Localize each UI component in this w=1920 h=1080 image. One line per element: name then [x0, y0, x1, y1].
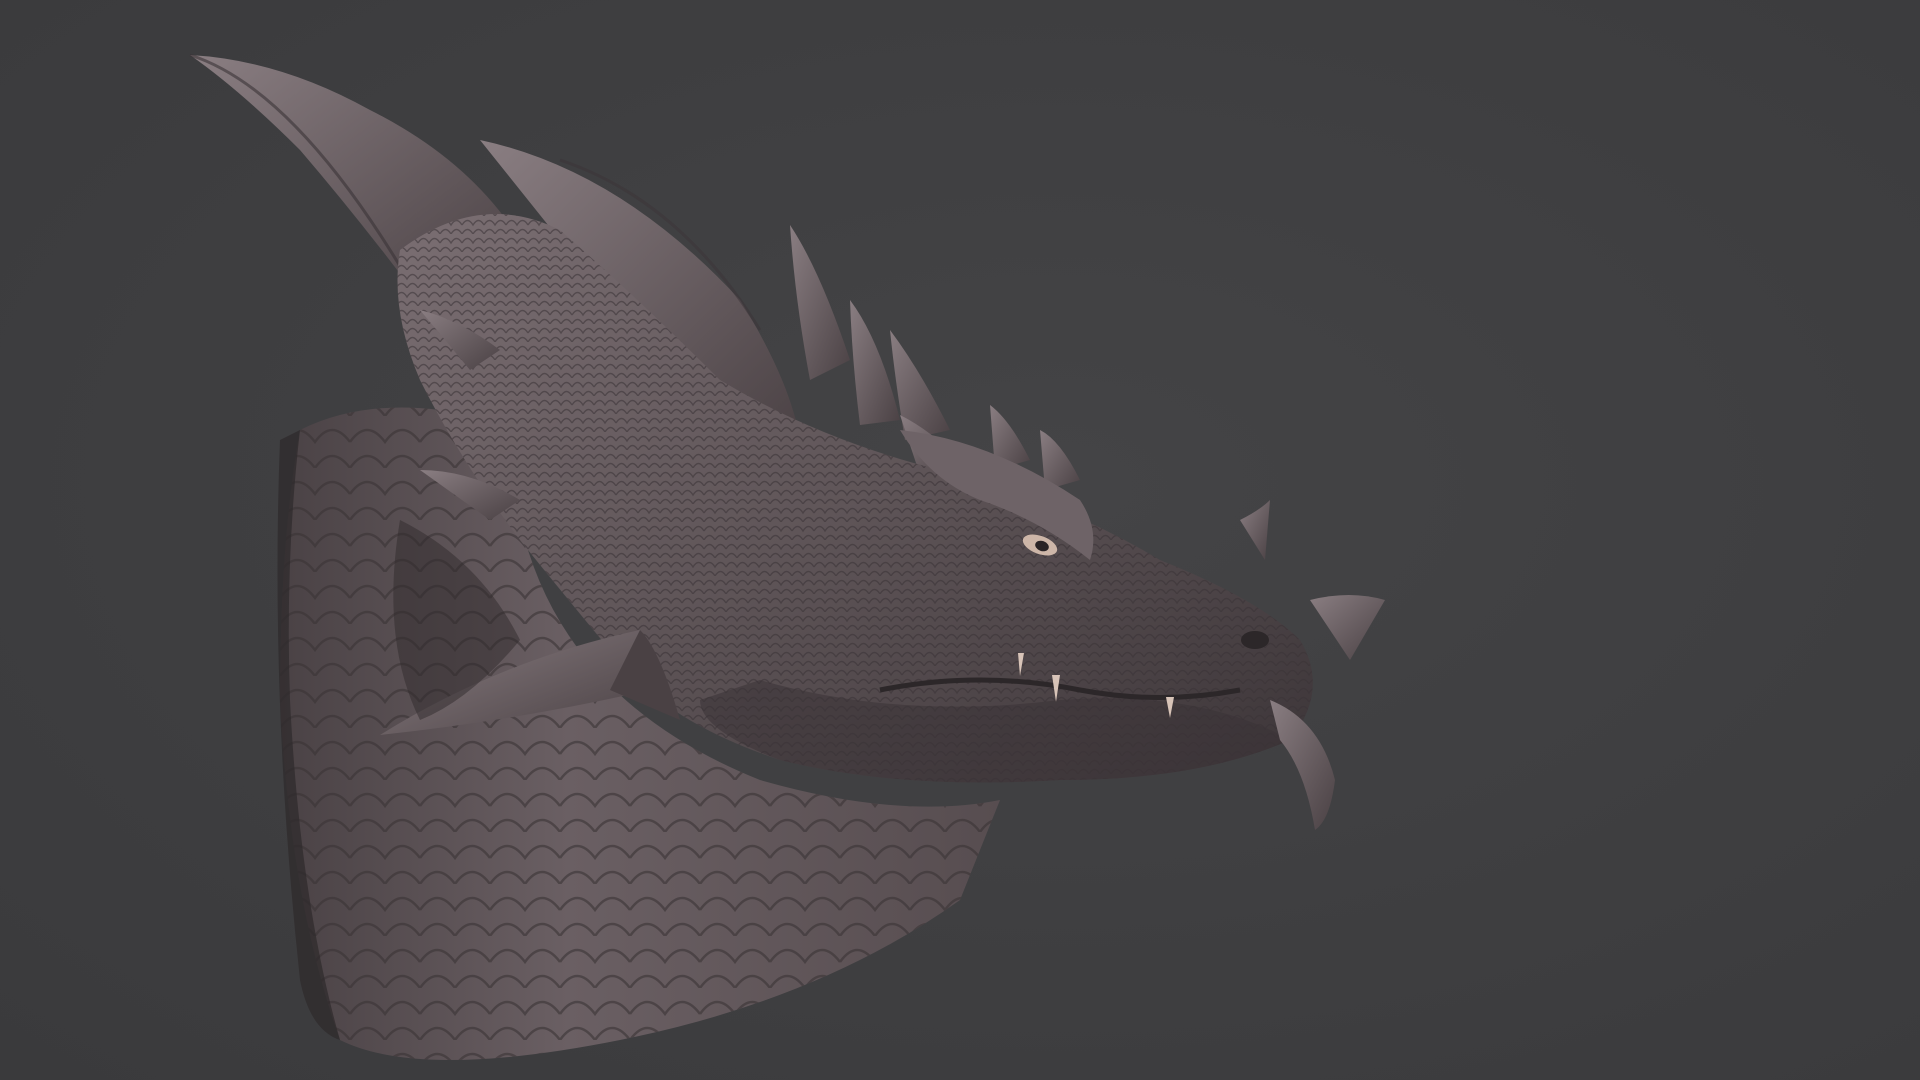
dragon-head-sculpt [189, 53, 1385, 1060]
viewport[interactable] [0, 0, 1920, 1080]
